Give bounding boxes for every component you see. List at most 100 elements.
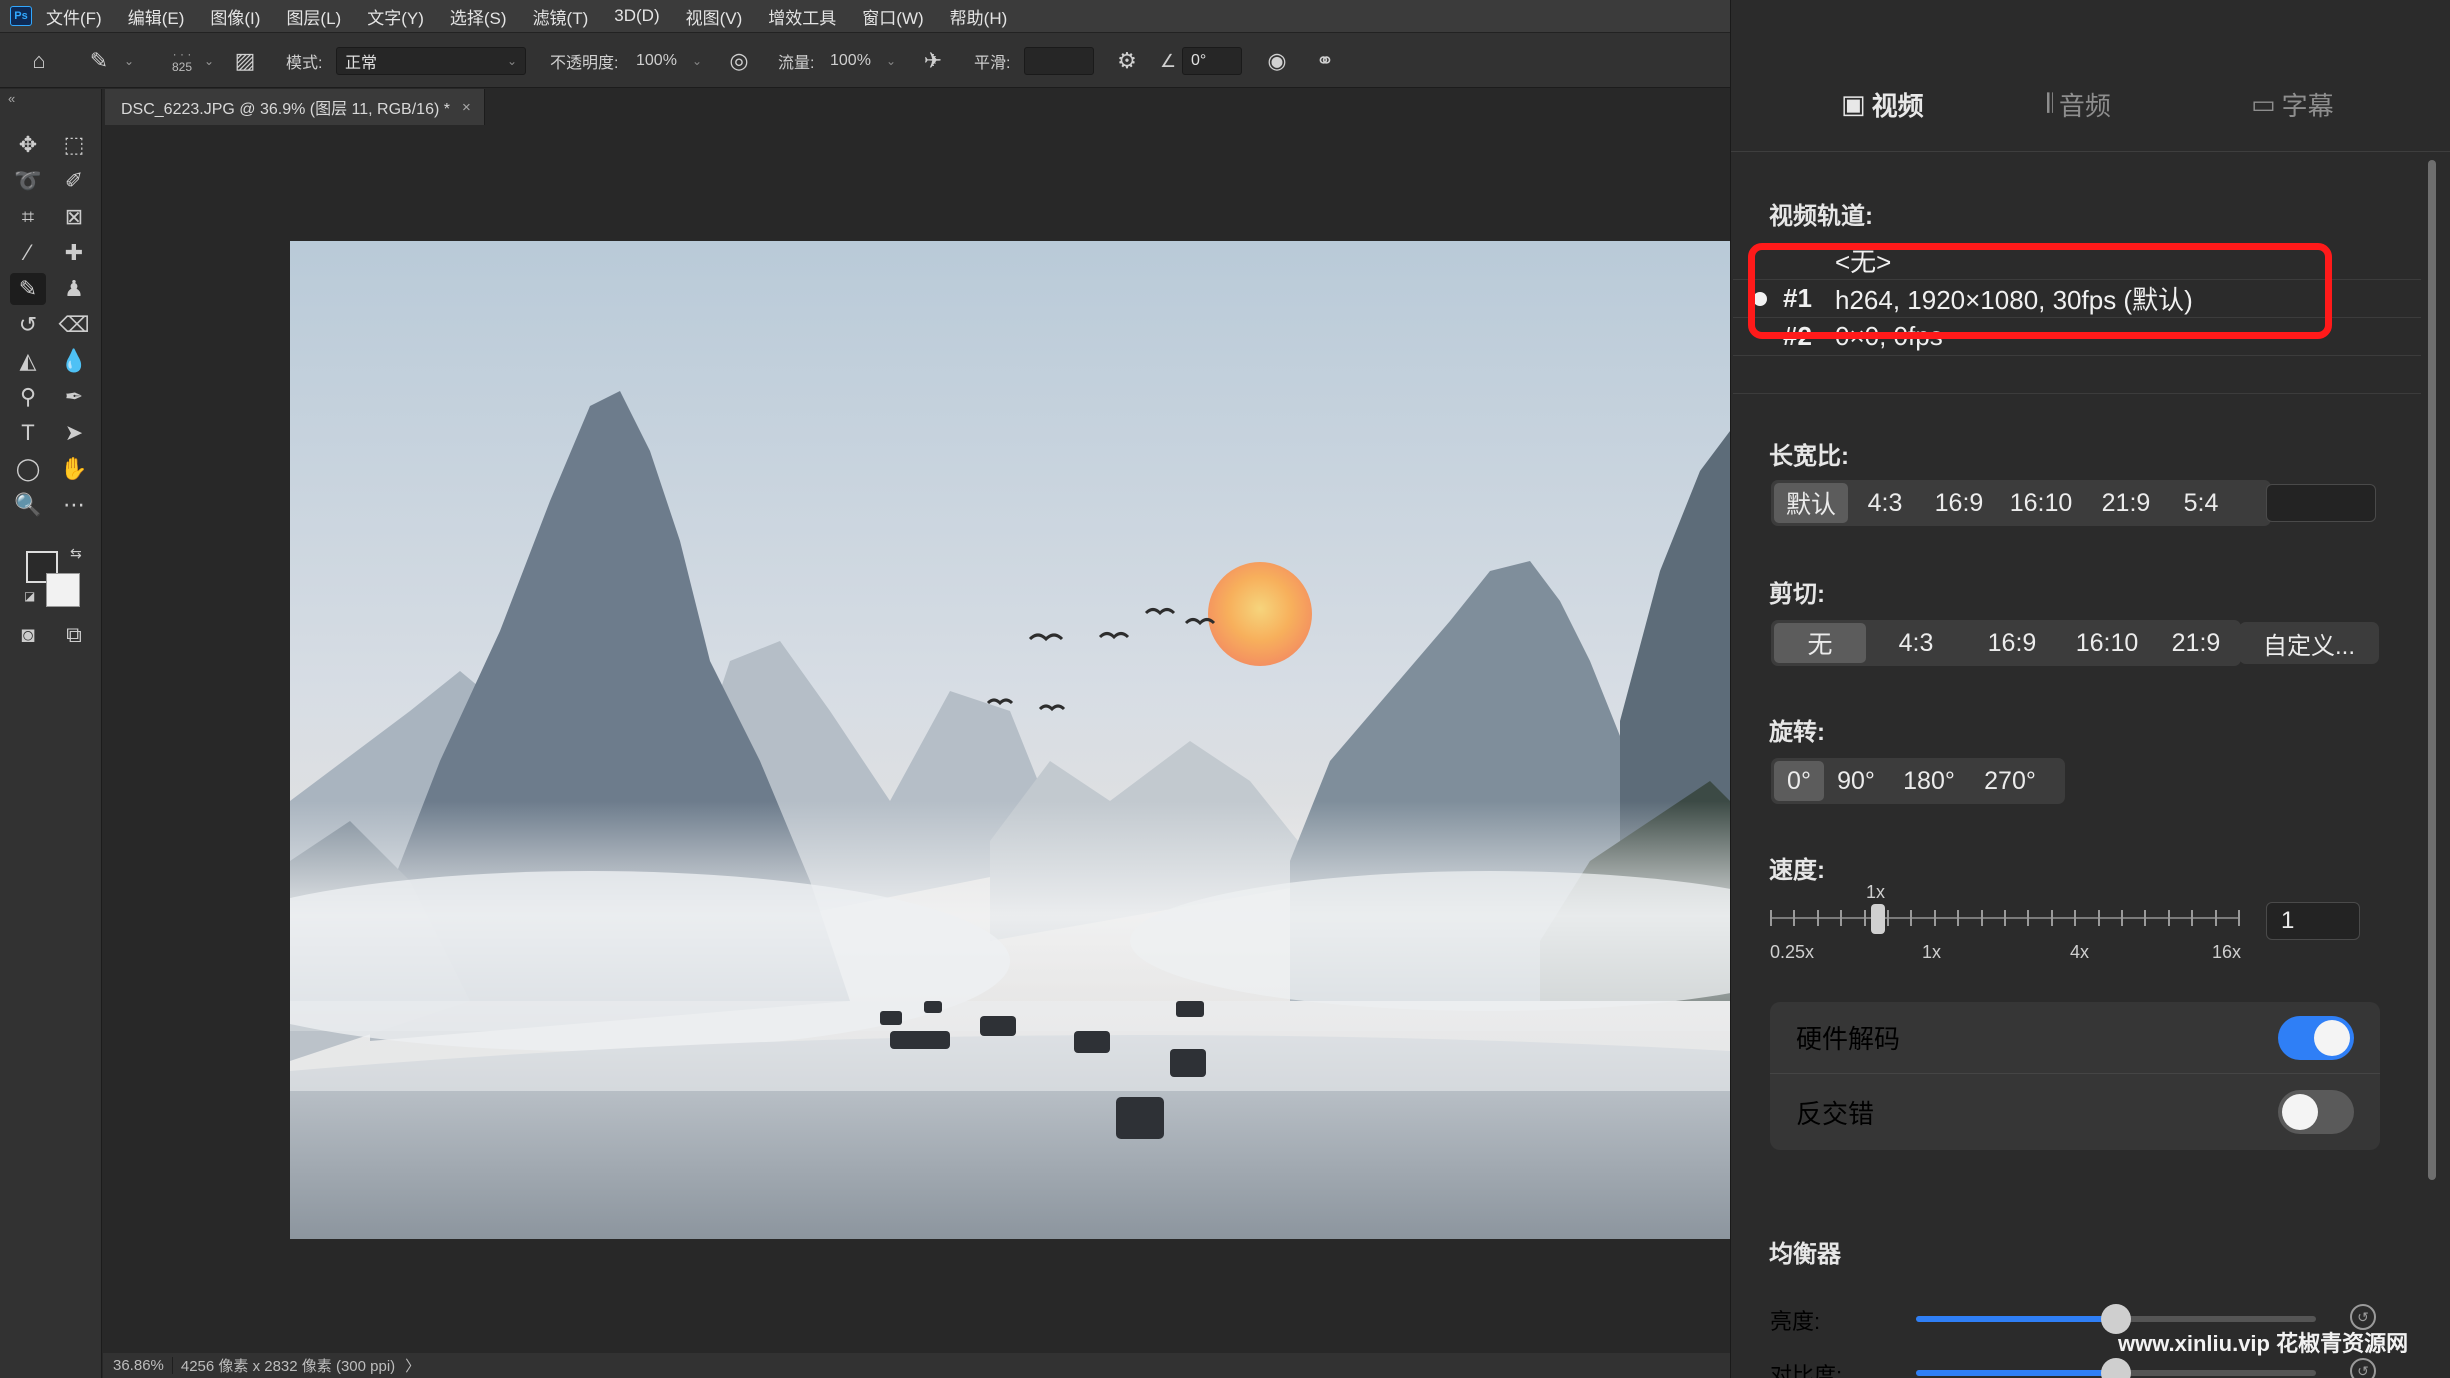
aspect-option-5-4[interactable]: 5:4 (2166, 483, 2236, 523)
chevron-down-icon[interactable]: ⌄ (886, 33, 896, 89)
menu-type[interactable]: 文字(Y) (367, 4, 424, 29)
clone-stamp-icon[interactable]: ♟ (56, 273, 92, 305)
crop-option-16-9[interactable]: 16:9 (1966, 623, 2058, 663)
rotation-option-180[interactable]: 180° (1888, 761, 1970, 801)
symmetry-icon[interactable]: ⚭ (1310, 33, 1340, 89)
crop-option-16-10[interactable]: 16:10 (2058, 623, 2156, 663)
type-tool-icon[interactable]: T (10, 417, 46, 449)
brightness-slider[interactable] (1916, 1304, 2316, 1334)
aspect-option-16-10[interactable]: 16:10 (1996, 483, 2086, 523)
mode-select[interactable]: 正常 ⌄ (336, 47, 526, 75)
crop-custom-button[interactable]: 自定义... (2239, 622, 2379, 664)
tab-video[interactable]: ▣ 视频 (1841, 84, 1924, 124)
speed-slider-knob[interactable] (1871, 904, 1885, 934)
quick-select-icon[interactable]: ✐ (56, 165, 92, 197)
aspect-option-default[interactable]: 默认 (1774, 483, 1848, 523)
rotation-option-90[interactable]: 90° (1824, 761, 1888, 801)
contrast-slider-fill (1916, 1370, 2116, 1376)
tab-video-label: 视频 (1871, 90, 1924, 121)
chevron-down-icon[interactable]: ⌄ (124, 33, 134, 89)
home-icon[interactable]: ⌂ (24, 33, 54, 89)
path-select-icon[interactable]: ➤ (56, 417, 92, 449)
eraser-icon[interactable]: ⌫ (56, 309, 92, 341)
photoshop-logo-icon: Ps (10, 6, 32, 26)
swap-colors-icon[interactable]: ⇆ (70, 545, 82, 562)
hand-tool-icon[interactable]: ✋ (56, 453, 92, 485)
menu-select[interactable]: 选择(S) (450, 4, 507, 29)
speed-tick-label: 16x (2212, 942, 2242, 962)
aspect-option-21-9[interactable]: 21:9 (2086, 483, 2166, 523)
airbrush-icon[interactable]: ✈ (918, 33, 948, 89)
more-tools-icon[interactable]: ⋯ (56, 489, 92, 521)
contrast-slider-knob[interactable] (2101, 1358, 2131, 1378)
brush-settings-icon[interactable]: ▨ (230, 33, 260, 89)
chevron-down-icon: ⌄ (506, 54, 517, 68)
brush-preset-picker[interactable]: · · · 825 (160, 33, 204, 89)
menu-file[interactable]: 文件(F) (46, 4, 102, 29)
menu-3d[interactable]: 3D(D) (614, 6, 659, 26)
document-tab-bar: DSC_6223.JPG @ 36.9% (图层 11, RGB/16) * × (105, 89, 1730, 125)
document-image[interactable] (290, 241, 1730, 1239)
brush-tool-icon[interactable]: ✎ (10, 273, 46, 305)
aspect-option-4-3[interactable]: 4:3 (1848, 483, 1922, 523)
deinterlace-toggle[interactable] (2278, 1090, 2354, 1134)
chevron-down-icon[interactable]: ⌄ (204, 33, 214, 89)
opacity-value[interactable]: 100% (636, 33, 677, 89)
rotation-option-0[interactable]: 0° (1774, 761, 1824, 801)
healing-brush-icon[interactable]: ✚ (56, 237, 92, 269)
speed-slider[interactable]: 1x 0.25x 1x 4x 16x (1770, 880, 2242, 962)
default-colors-icon[interactable]: ◪ (24, 589, 35, 603)
aspect-custom-input[interactable] (2266, 484, 2376, 522)
menu-image[interactable]: 图像(I) (210, 4, 260, 29)
crop-option-none[interactable]: 无 (1774, 623, 1866, 663)
tab-audio[interactable]: 𝄃 音频 (2047, 84, 2111, 124)
smoothing-input[interactable] (1024, 47, 1094, 75)
pressure-opacity-icon[interactable]: ◎ (724, 33, 754, 89)
crop-option-4-3[interactable]: 4:3 (1866, 623, 1966, 663)
brush-tool-icon[interactable]: ✎ (84, 33, 114, 89)
move-tool-icon[interactable]: ✥ (10, 129, 46, 161)
crop-option-21-9[interactable]: 21:9 (2156, 623, 2236, 663)
panel-scrollbar[interactable] (2428, 160, 2436, 1180)
crop-tool-icon[interactable]: ⌗ (10, 201, 46, 233)
menu-layer[interactable]: 图层(L) (286, 4, 341, 29)
menu-edit[interactable]: 编辑(E) (128, 4, 185, 29)
dodge-tool-icon[interactable]: ⚲ (10, 381, 46, 413)
pen-tool-icon[interactable]: ✒ (56, 381, 92, 413)
pressure-size-icon[interactable]: ◉ (1262, 33, 1292, 89)
lasso-tool-icon[interactable]: ➰ (10, 165, 46, 197)
marquee-tool-icon[interactable]: ⬚ (56, 129, 92, 161)
close-icon[interactable]: × (462, 99, 471, 116)
zoom-level[interactable]: 36.86% (113, 1357, 173, 1374)
menu-view[interactable]: 视图(V) (686, 4, 743, 29)
zoom-tool-icon[interactable]: 🔍 (10, 489, 46, 521)
menu-plugins[interactable]: 增效工具 (768, 4, 836, 29)
gear-icon[interactable]: ⚙ (1112, 33, 1142, 89)
history-brush-icon[interactable]: ↺ (10, 309, 46, 341)
rotation-option-270[interactable]: 270° (1970, 761, 2050, 801)
frame-tool-icon[interactable]: ⊠ (56, 201, 92, 233)
paint-bucket-icon[interactable]: ◭ (10, 345, 46, 377)
reset-icon[interactable]: ↺ (2350, 1358, 2376, 1378)
document-tab[interactable]: DSC_6223.JPG @ 36.9% (图层 11, RGB/16) * × (105, 89, 485, 125)
blur-tool-icon[interactable]: 💧 (56, 345, 92, 377)
chevron-down-icon[interactable]: ⌄ (692, 33, 702, 89)
menu-help[interactable]: 帮助(H) (950, 4, 1008, 29)
menu-window[interactable]: 窗口(W) (862, 4, 923, 29)
aspect-option-16-9[interactable]: 16:9 (1922, 483, 1996, 523)
tab-subtitle[interactable]: ▭ 字幕 (2251, 84, 2334, 124)
background-color-swatch[interactable] (46, 573, 80, 607)
collapse-icon[interactable]: « (8, 91, 15, 106)
screen-mode-icon[interactable]: ⧉ (56, 619, 92, 651)
hardware-decode-toggle[interactable] (2278, 1015, 2354, 1060)
speed-tick (2215, 910, 2217, 926)
ellipse-tool-icon[interactable]: ◯ (10, 453, 46, 485)
angle-input[interactable]: 0° (1182, 47, 1242, 75)
flow-value[interactable]: 100% (830, 33, 871, 89)
status-menu-arrow[interactable]: 〉 (405, 1355, 420, 1376)
quick-mask-icon[interactable]: ◙ (10, 619, 46, 651)
eyedropper-icon[interactable]: ⁄ (10, 237, 46, 269)
speed-input[interactable]: 1 (2266, 902, 2360, 940)
menu-filter[interactable]: 滤镜(T) (533, 4, 589, 29)
contrast-slider[interactable] (1916, 1358, 2316, 1378)
